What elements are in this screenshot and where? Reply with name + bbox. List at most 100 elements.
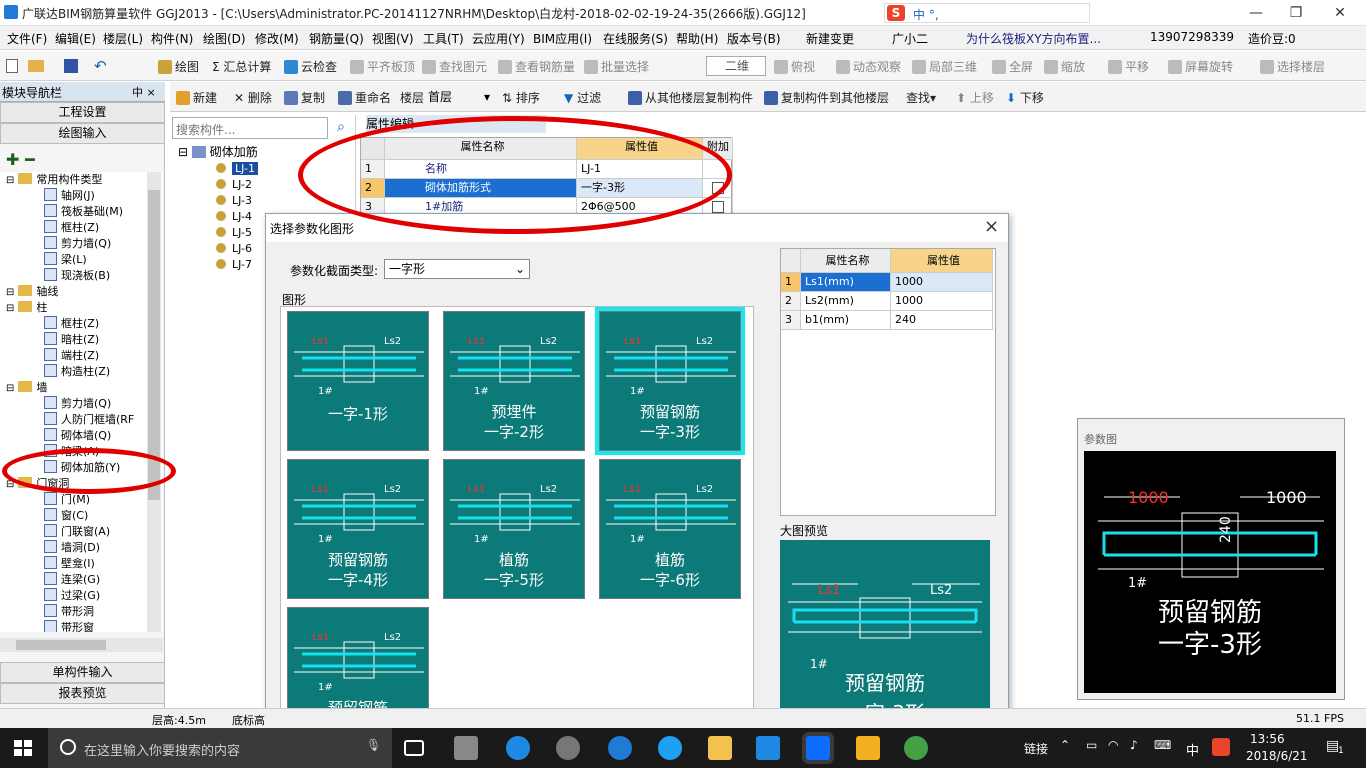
open-folder-icon[interactable] (28, 60, 44, 72)
taskbar-search-box[interactable]: 在这里输入你要搜索的内容 🎙 (48, 728, 392, 768)
shape-option[interactable]: Ls1 Ls2 1# 预留钢筋 一字-4形 (287, 459, 429, 599)
menu-cloud[interactable]: 云应用(Y) (472, 30, 525, 47)
find-element-button[interactable]: 查找图元 (422, 58, 487, 75)
clock-time[interactable]: 13:56 (1250, 732, 1285, 746)
menu-version[interactable]: 版本号(B) (727, 30, 781, 47)
copy-component-button[interactable]: 复制 (284, 89, 325, 106)
ie-browser-icon[interactable] (658, 736, 682, 760)
tree-item[interactable]: ⊟ 轴线 (6, 284, 58, 300)
tree-horizontal-scrollbar[interactable] (0, 638, 163, 652)
local-3d-button[interactable]: 局部三维 (912, 58, 977, 75)
nav-panel-pin-close[interactable]: 中 × (132, 84, 156, 100)
component-list-item[interactable]: LJ-5 (216, 225, 252, 240)
tree-item[interactable]: 连梁(G) (44, 572, 100, 588)
tray-volume-icon[interactable]: ♪ (1130, 738, 1138, 752)
tray-chevron-icon[interactable]: ⌃ (1060, 738, 1070, 752)
menu-component[interactable]: 构件(N) (151, 30, 193, 47)
shape-option[interactable]: Ls1 Ls2 1# 一字-1形 (287, 311, 429, 451)
find-button[interactable]: 查找▾ (906, 89, 936, 106)
report-preview-button[interactable]: 报表预览 (0, 683, 165, 704)
project-settings-button[interactable]: 工程设置 (0, 102, 165, 123)
component-list-item[interactable]: LJ-1 (216, 161, 258, 176)
tree-item[interactable]: 轴网(J) (44, 188, 95, 204)
undo-icon[interactable]: ↶ (94, 57, 107, 75)
green-app-icon[interactable] (904, 736, 928, 760)
tray-wifi-icon[interactable]: ◠ (1108, 738, 1118, 752)
task-view-icon[interactable] (404, 740, 424, 756)
component-list-item[interactable]: LJ-6 (216, 241, 252, 256)
draw-button[interactable]: 绘图 (158, 58, 199, 75)
zoom-button[interactable]: 缩放 (1044, 58, 1085, 75)
save-icon[interactable] (64, 59, 78, 73)
tree-item[interactable]: 剪力墙(Q) (44, 396, 111, 412)
component-list-item[interactable]: LJ-3 (216, 193, 252, 208)
param-name-cell[interactable]: b1(mm) (801, 311, 891, 330)
tree-item[interactable]: ⊟ 柱 (6, 300, 47, 316)
summary-calc-button[interactable]: Σ 汇总计算 (212, 58, 271, 75)
menu-draw[interactable]: 绘图(D) (203, 30, 246, 47)
shape-option[interactable]: Ls1 Ls2 1# 植筋 一字-6形 (599, 459, 741, 599)
tree-vertical-scrollbar[interactable] (147, 172, 161, 632)
menu-edit[interactable]: 编辑(E) (55, 30, 96, 47)
param-name-cell[interactable]: Ls2(mm) (801, 292, 891, 311)
tray-sogou-icon[interactable] (1212, 738, 1230, 756)
param-name-cell[interactable]: Ls1(mm) (801, 273, 891, 292)
question-link[interactable]: 为什么筏板XY方向布置... (966, 30, 1101, 47)
shape-option[interactable]: Ls1 Ls2 1# 植筋 一字-5形 (443, 459, 585, 599)
param-value-cell[interactable]: 240 (891, 311, 993, 330)
tray-network-icon[interactable]: ▭ (1086, 738, 1097, 752)
fan-app-icon[interactable] (454, 736, 478, 760)
pan-button[interactable]: 平移 (1108, 58, 1149, 75)
glodon-g-icon[interactable] (756, 736, 780, 760)
filter-button[interactable]: ▼ 过滤 (564, 89, 601, 106)
clock-date[interactable]: 2018/6/21 (1246, 749, 1308, 763)
tree-expand-icon[interactable]: ⊟ (6, 303, 14, 314)
menu-view[interactable]: 视图(V) (372, 30, 414, 47)
rename-button[interactable]: 重命名 (338, 89, 391, 106)
file-explorer-icon[interactable] (708, 736, 732, 760)
microphone-icon[interactable]: 🎙 (366, 738, 381, 752)
search-icon[interactable]: ⌕ (332, 119, 350, 137)
menu-online[interactable]: 在线服务(S) (603, 30, 668, 47)
tree-item[interactable]: 砌体墙(Q) (44, 428, 111, 444)
shape-option[interactable]: Ls1 Ls2 1# 预留钢筋 一字-3形 (599, 311, 741, 451)
select-floor-button[interactable]: 选择楼层 (1260, 58, 1325, 75)
draw-input-button[interactable]: 绘图输入 (0, 123, 165, 144)
copy-from-floor-button[interactable]: 从其他楼层复制构件 (628, 89, 753, 106)
tray-ime-label[interactable]: 中 (1186, 740, 1199, 759)
param-value-cell[interactable]: 1000 (891, 292, 993, 311)
tree-item[interactable]: 框柱(Z) (44, 316, 99, 332)
tree-item[interactable]: ⊟ 常用构件类型 (6, 172, 102, 188)
dialog-close-button[interactable]: × (984, 216, 999, 237)
menu-guangxiaoer[interactable]: 广小二 (892, 30, 928, 47)
tree-expand-collapse[interactable]: ✚ ━ (6, 150, 35, 169)
menu-floor[interactable]: 楼层(L) (103, 30, 143, 47)
fullscreen-button[interactable]: 全屏 (992, 58, 1033, 75)
new-file-icon[interactable] (6, 59, 18, 73)
tree-item[interactable]: 人防门框墙(RF (44, 412, 134, 428)
tree-item[interactable]: 窗(C) (44, 508, 88, 524)
tray-keyboard-icon[interactable]: ⌨ (1154, 738, 1171, 752)
tree-item[interactable]: 构造柱(Z) (44, 364, 110, 380)
menu-rebar[interactable]: 钢筋量(Q) (309, 30, 364, 47)
menu-file[interactable]: 文件(F) (7, 30, 47, 47)
component-root[interactable]: ⊟ 砌体加筋 (178, 143, 258, 160)
menu-new-change[interactable]: 新建变更 (806, 30, 854, 47)
tree-item[interactable]: 门(M) (44, 492, 90, 508)
tree-item[interactable]: 过梁(G) (44, 588, 100, 604)
view-2d-dropdown[interactable]: 二维 (706, 56, 766, 76)
search-input[interactable]: 搜索构件... (172, 117, 328, 139)
top-view-button[interactable]: 俯视 (774, 58, 815, 75)
phone-number[interactable]: 13907298339 (1150, 30, 1234, 44)
sort-button[interactable]: ⇅ 排序 (502, 89, 540, 106)
tree-item[interactable]: 梁(L) (44, 252, 87, 268)
windows-start-icon[interactable] (14, 740, 32, 756)
close-window-button[interactable]: ✕ (1320, 2, 1360, 24)
move-up-button[interactable]: ⬆ 上移 (956, 89, 994, 106)
new-component-button[interactable]: 新建 (176, 89, 217, 106)
edge-icon[interactable] (608, 736, 632, 760)
ggj-app-icon[interactable] (806, 736, 830, 760)
rotate-screen-button[interactable]: 屏幕旋转 (1168, 58, 1233, 75)
tree-item[interactable]: 墙洞(D) (44, 540, 100, 556)
batch-select-button[interactable]: 批量选择 (584, 58, 649, 75)
